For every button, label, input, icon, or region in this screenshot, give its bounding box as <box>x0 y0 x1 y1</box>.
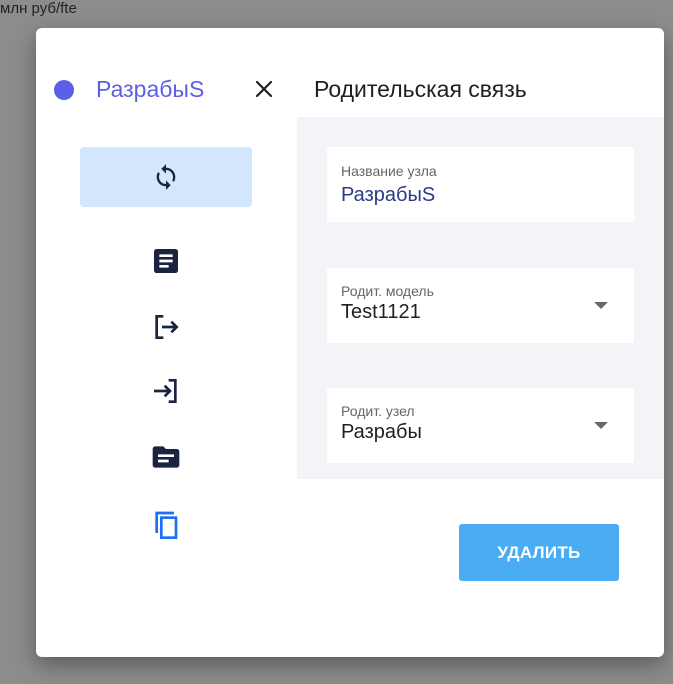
sidebar-item-document[interactable] <box>150 245 182 277</box>
sync-icon <box>156 164 176 190</box>
node-color-dot <box>54 80 74 100</box>
close-button[interactable] <box>250 75 278 103</box>
parent-node-value[interactable]: Разрабы <box>341 420 422 444</box>
sidebar-item-import[interactable] <box>150 375 182 407</box>
chevron-down-icon[interactable] <box>594 422 608 429</box>
node-name-label: Название узла <box>341 163 437 179</box>
sidebar-item-export[interactable] <box>150 311 182 343</box>
chevron-down-icon[interactable] <box>594 302 608 309</box>
parent-model-label: Родит. модель <box>341 283 434 299</box>
node-name-value[interactable]: РазрабыS <box>341 183 435 207</box>
node-name-field[interactable]: Название узла РазрабыS <box>327 147 634 222</box>
node-title: РазрабыS <box>96 76 205 102</box>
dialog-title: Родительская связь <box>314 76 527 102</box>
sidebar-item-sync[interactable] <box>80 147 252 207</box>
document-icon <box>154 249 178 273</box>
sidebar-item-copy[interactable] <box>150 509 182 541</box>
parent-link-dialog: РазрабыS Родительская связь Название узл… <box>36 28 664 657</box>
login-icon <box>154 379 177 403</box>
sidebar-item-folder[interactable] <box>150 441 182 473</box>
parent-node-select[interactable]: Родит. узел Разрабы <box>327 388 634 463</box>
parent-model-select[interactable]: Родит. модель Test1121 <box>327 268 634 343</box>
dialog-header: РазрабыS Родительская связь <box>36 28 664 116</box>
parent-model-value[interactable]: Test1121 <box>341 300 421 324</box>
delete-button[interactable]: УДАЛИТЬ <box>459 524 619 581</box>
form-panel: Название узла РазрабыS Родит. модель Tes… <box>297 117 664 479</box>
parent-node-label: Родит. узел <box>341 403 415 419</box>
folder-icon <box>152 446 180 468</box>
copy-icon <box>155 511 178 539</box>
logout-icon <box>155 315 179 339</box>
close-icon <box>255 80 273 98</box>
background-text: млн руб/fte <box>0 0 77 17</box>
